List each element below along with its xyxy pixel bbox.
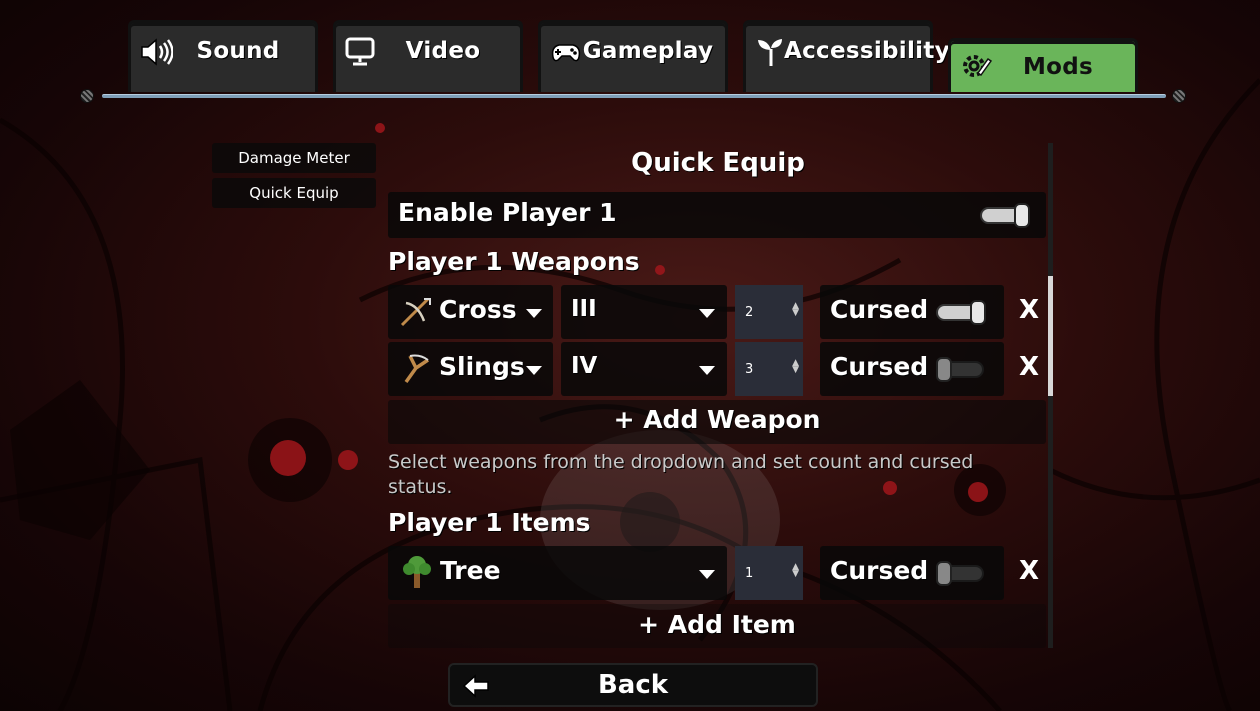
remove-weapon-button[interactable]: X <box>1014 352 1044 382</box>
enable-player-toggle[interactable] <box>980 203 1030 228</box>
item-count-stepper[interactable]: 1 ▲ ▼ <box>735 546 803 600</box>
tree-icon <box>403 556 431 588</box>
sidebar-item-quick-equip[interactable]: Quick Equip <box>212 178 376 208</box>
enable-player-label: Enable Player 1 <box>398 198 617 227</box>
scrollbar-thumb[interactable] <box>1048 276 1053 396</box>
weapon-level: III <box>571 296 597 322</box>
sidebar-item-label: Damage Meter <box>238 149 350 167</box>
stepper-arrows-icon[interactable]: ▲ ▼ <box>792 359 799 375</box>
speaker-icon <box>141 38 173 66</box>
sidebar-item-label: Quick Equip <box>249 184 339 202</box>
weapon-count-stepper[interactable]: 2 ▲ ▼ <box>735 285 803 339</box>
gamepad-icon <box>551 44 581 62</box>
chevron-down-icon <box>699 570 715 579</box>
items-heading: Player 1 Items <box>388 508 591 537</box>
sprout-icon <box>758 39 782 66</box>
weapon-count-stepper[interactable]: 3 ▲ ▼ <box>735 342 803 396</box>
weapon-cursed-toggle[interactable] <box>936 300 986 325</box>
tab-rail <box>102 94 1166 98</box>
tab-video[interactable]: Video <box>333 20 523 92</box>
tab-sound[interactable]: Sound <box>128 20 318 92</box>
crossbow-icon <box>400 297 431 327</box>
panel-title: Quick Equip <box>631 148 805 178</box>
tab-gameplay[interactable]: Gameplay <box>538 20 728 92</box>
weapon-count: 2 <box>745 304 754 320</box>
weapon-name: Cross <box>439 295 517 324</box>
weapon-count: 3 <box>745 361 754 377</box>
weapon-cursed-label: Cursed <box>830 295 929 324</box>
weapon-level: IV <box>571 353 598 379</box>
chevron-down-icon <box>699 309 715 318</box>
sidebar-item-damage-meter[interactable]: Damage Meter <box>212 143 376 173</box>
back-button[interactable]: Back <box>448 663 818 707</box>
weapons-heading: Player 1 Weapons <box>388 247 640 276</box>
item-cursed-toggle[interactable] <box>936 561 986 586</box>
weapon-name: Slings <box>439 352 525 381</box>
weapon-cursed-toggle[interactable] <box>936 357 986 382</box>
item-cursed-label: Cursed <box>830 556 929 585</box>
stepper-arrows-icon[interactable]: ▲ ▼ <box>792 563 799 579</box>
remove-weapon-button[interactable]: X <box>1014 295 1044 325</box>
chevron-down-icon <box>526 309 542 318</box>
rail-end-left <box>80 89 94 103</box>
chevron-down-icon <box>699 366 715 375</box>
add-weapon-label: + Add Weapon <box>613 405 821 434</box>
tab-mods[interactable]: Mods <box>948 38 1138 92</box>
stepper-arrows-icon[interactable]: ▲ ▼ <box>792 302 799 318</box>
item-name: Tree <box>440 556 501 585</box>
rail-end-right <box>1172 89 1186 103</box>
add-item-label: + Add Item <box>638 610 796 639</box>
item-select[interactable] <box>388 546 727 600</box>
monitor-icon <box>345 37 375 66</box>
item-count: 1 <box>745 565 754 581</box>
gear-pencil-icon <box>963 55 993 77</box>
remove-item-button[interactable]: X <box>1014 556 1044 586</box>
weapon-cursed-label: Cursed <box>830 352 929 381</box>
back-label: Back <box>597 670 669 700</box>
slingshot-icon <box>404 354 429 384</box>
arrow-left-icon <box>462 674 489 698</box>
help-text: Select weapons from the dropdown and set… <box>388 451 974 498</box>
chevron-down-icon <box>526 366 542 375</box>
tab-accessibility[interactable]: Accessibility <box>743 20 950 92</box>
